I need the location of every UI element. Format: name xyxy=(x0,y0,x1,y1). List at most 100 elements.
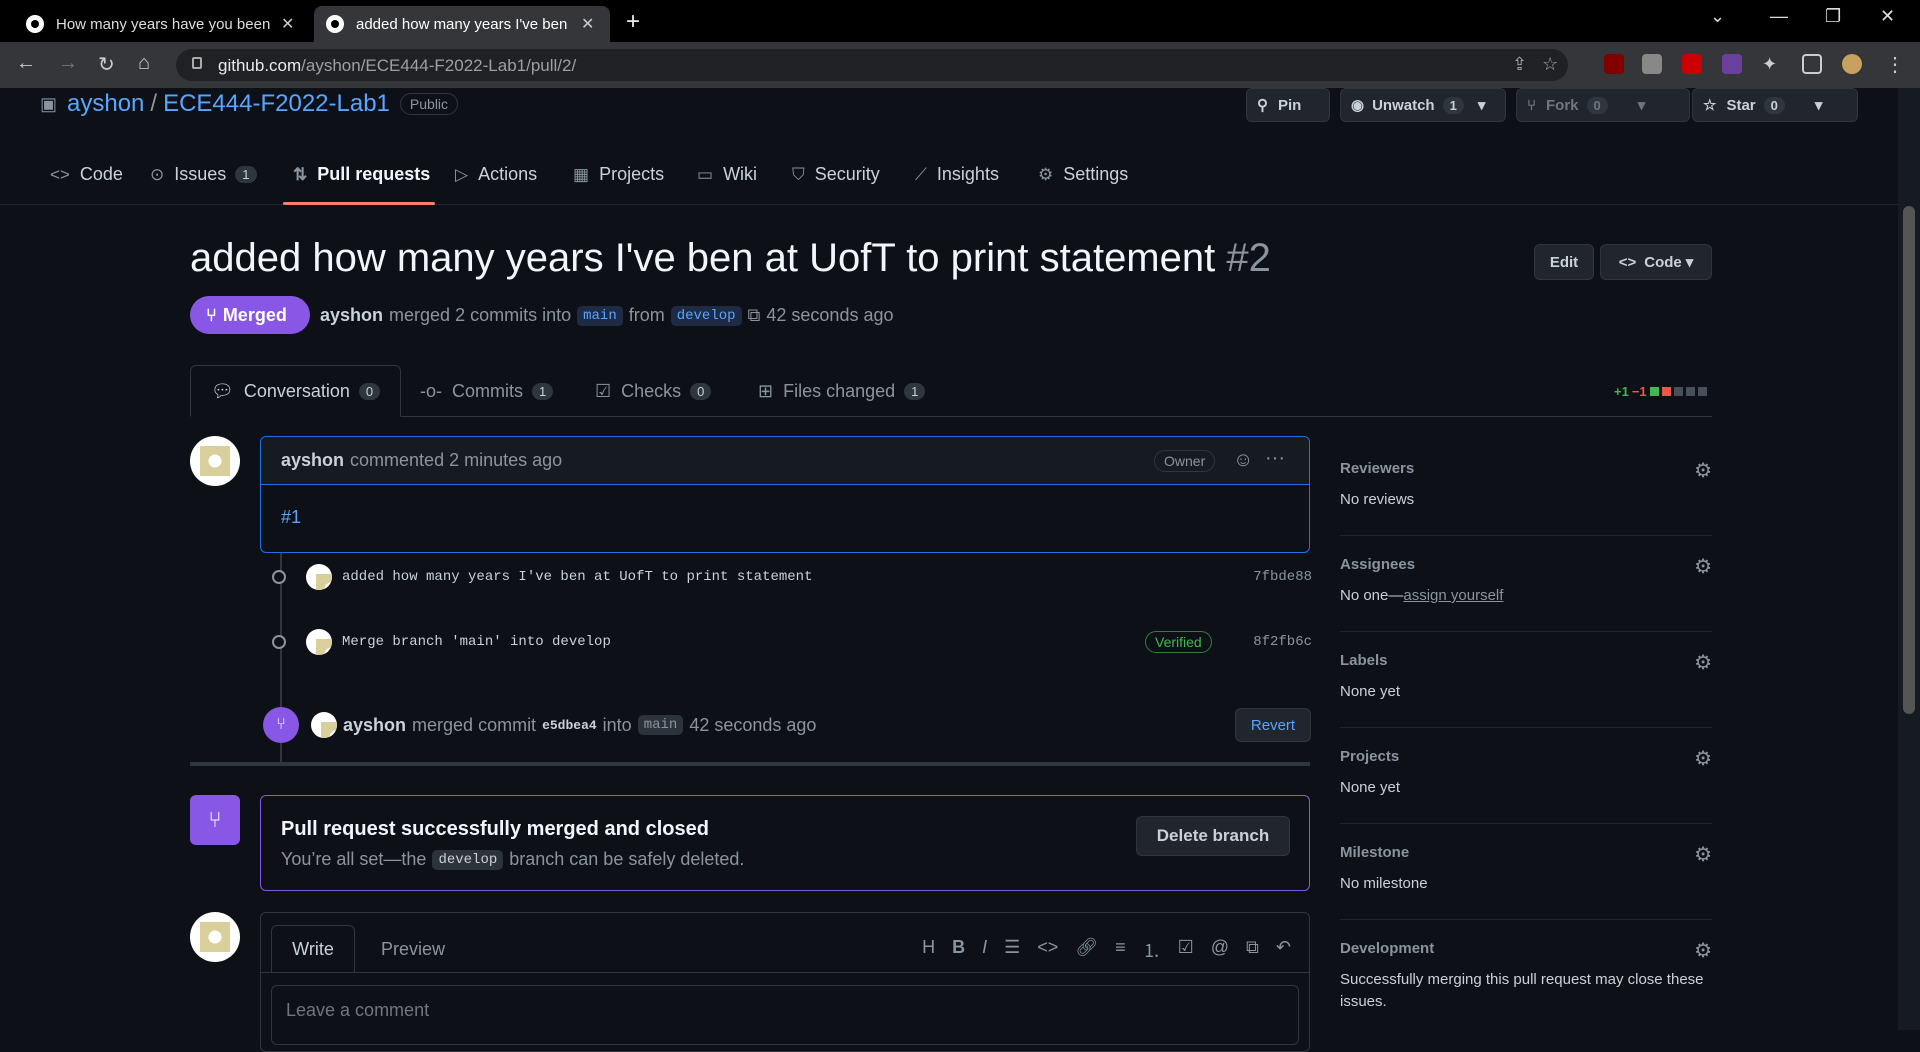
sidebar-milestone: Milestone No milestone ⚙ xyxy=(1340,824,1712,920)
tab-code[interactable]: <> Code xyxy=(50,164,123,185)
comment-author[interactable]: ayshon xyxy=(281,450,344,471)
merge-author[interactable]: ayshon xyxy=(343,715,406,736)
delete-branch-button[interactable]: Delete branch xyxy=(1136,816,1290,856)
side-panel-icon[interactable] xyxy=(1802,54,1822,74)
avatar[interactable] xyxy=(306,629,332,655)
page-scrollbar[interactable] xyxy=(1898,88,1920,1030)
scrollbar-thumb[interactable] xyxy=(1903,206,1915,714)
branch-label: develop xyxy=(432,849,504,870)
head-branch[interactable]: develop xyxy=(670,305,742,326)
verified-badge[interactable]: Verified xyxy=(1145,631,1212,653)
diffstat: +1 −1 xyxy=(1614,384,1707,399)
commit-message[interactable]: added how many years I've ben at UofT to… xyxy=(342,569,812,585)
tab-files-changed[interactable]: ⊞ Files changed 1 xyxy=(758,365,926,417)
star-button[interactable]: ☆ Star 0 ▾ xyxy=(1692,88,1858,122)
copy-icon[interactable]: ⧉ xyxy=(748,305,761,326)
task-list-icon[interactable]: ☑ xyxy=(1178,937,1194,963)
ordered-list-icon[interactable]: ⒈ xyxy=(1143,937,1161,963)
browser-tab[interactable]: How many years have you been at ✕ xyxy=(14,6,314,42)
new-tab-button[interactable]: + xyxy=(626,8,640,36)
ublock-extension-icon[interactable] xyxy=(1604,54,1624,74)
visibility-badge: Public xyxy=(399,93,459,115)
tab-preview[interactable]: Preview xyxy=(381,925,445,973)
author-link[interactable]: ayshon xyxy=(320,305,383,326)
repo-owner-link[interactable]: ayshon xyxy=(67,90,144,118)
bookmark-star-icon[interactable]: ☆ xyxy=(1542,54,1558,75)
issue-reference-link[interactable]: #1 xyxy=(261,485,1309,550)
gear-icon[interactable]: ⚙ xyxy=(1694,938,1712,963)
gear-icon[interactable]: ⚙ xyxy=(1694,554,1712,579)
bold-icon[interactable]: B xyxy=(952,937,965,963)
unwatch-button[interactable]: ◉ Unwatch 1 ▾ xyxy=(1340,88,1506,122)
tab-insights[interactable]: ⟋ Insights xyxy=(915,164,999,185)
back-icon[interactable]: ← xyxy=(16,52,36,75)
tab-write[interactable]: Write xyxy=(271,925,355,973)
extension-icon[interactable] xyxy=(1642,54,1662,74)
revert-button[interactable]: Revert xyxy=(1235,708,1311,742)
tab-actions[interactable]: ▷ Actions xyxy=(455,164,537,185)
reload-icon[interactable]: ↻ xyxy=(98,52,115,77)
address-bar[interactable]: github.com/ayshon/ECE444-F2022-Lab1/pull… xyxy=(176,49,1568,81)
file-diff-icon: ⊞ xyxy=(758,380,774,401)
kebab-icon[interactable]: ··· xyxy=(1265,447,1285,470)
assign-yourself-link[interactable]: assign yourself xyxy=(1403,587,1503,604)
minimize-button[interactable]: — xyxy=(1770,6,1788,27)
repo-name-link[interactable]: ECE444-F2022-Lab1 xyxy=(163,90,390,118)
tab-checks[interactable]: ☑ Checks 0 xyxy=(595,365,712,417)
close-window-button[interactable]: ✕ xyxy=(1880,6,1895,27)
share-icon[interactable]: ⇪ xyxy=(1512,54,1527,75)
tab-conversation[interactable]: 💬︎ Conversation 0 xyxy=(190,365,402,417)
profile-avatar[interactable] xyxy=(1842,54,1862,74)
browser-tab-strip: How many years have you been at ✕ added … xyxy=(0,0,1920,42)
merge-commit-sha[interactable]: e5dbea4 xyxy=(542,718,597,733)
reply-icon[interactable]: ↶ xyxy=(1276,937,1291,963)
gear-icon[interactable]: ⚙ xyxy=(1694,650,1712,675)
commit-message[interactable]: Merge branch 'main' into develop xyxy=(342,634,611,650)
avatar[interactable] xyxy=(306,564,332,590)
comment-textarea[interactable]: Leave a comment xyxy=(271,985,1299,1045)
tab-security[interactable]: ⛉ Security xyxy=(792,164,880,185)
tab-pull-requests[interactable]: ⇅ Pull requests xyxy=(293,164,430,185)
code-icon[interactable]: <> xyxy=(1037,937,1058,963)
tab-projects[interactable]: ▦ Projects xyxy=(573,164,664,185)
italic-icon[interactable]: I xyxy=(982,937,987,963)
commit-sha[interactable]: 8f2fb6c xyxy=(1253,634,1312,650)
browser-tab-active[interactable]: added how many years I've ben at ✕ xyxy=(314,6,610,42)
eye-icon: ◉ xyxy=(1351,97,1365,114)
branch-label[interactable]: main xyxy=(637,715,684,735)
pin-button[interactable]: ⚲ Pin xyxy=(1246,88,1330,122)
tab-wiki[interactable]: ▭ Wiki xyxy=(697,164,757,185)
cross-reference-icon[interactable]: ⧉ xyxy=(1246,937,1259,963)
mention-icon[interactable]: @ xyxy=(1211,937,1229,963)
quote-icon[interactable]: ☰ xyxy=(1004,937,1020,963)
code-button[interactable]: <> Code ▾ xyxy=(1600,244,1712,280)
close-tab-icon[interactable]: ✕ xyxy=(281,14,294,34)
heading-icon[interactable]: H xyxy=(922,937,935,963)
gear-icon[interactable]: ⚙ xyxy=(1694,746,1712,771)
puzzle-extensions-icon[interactable]: ✦ xyxy=(1762,54,1782,74)
avatar[interactable] xyxy=(190,436,240,486)
close-tab-icon[interactable]: ✕ xyxy=(581,14,594,34)
forward-icon[interactable]: → xyxy=(58,52,78,75)
extension-icon[interactable] xyxy=(1682,54,1702,74)
fork-button[interactable]: ⑂ Fork 0 ▾ xyxy=(1516,88,1690,122)
menu-icon[interactable]: ⋮ xyxy=(1885,52,1905,77)
commit-sha[interactable]: 7fbde88 xyxy=(1253,569,1312,585)
avatar[interactable] xyxy=(311,712,337,738)
base-branch[interactable]: main xyxy=(577,305,623,326)
gear-icon[interactable]: ⚙ xyxy=(1694,458,1712,483)
tab-issues[interactable]: ⊙ Issues 1 xyxy=(150,164,257,185)
extension-icon[interactable] xyxy=(1722,54,1742,74)
link-icon[interactable]: 🔗︎ xyxy=(1075,937,1098,963)
edit-button[interactable]: Edit xyxy=(1534,244,1594,280)
gear-icon[interactable]: ⚙ xyxy=(1694,842,1712,867)
tab-search-icon[interactable]: ⌄ xyxy=(1710,6,1725,27)
merge-icon: ⑂ xyxy=(206,304,217,325)
unordered-list-icon[interactable]: ≡ xyxy=(1115,937,1126,963)
home-icon[interactable]: ⌂ xyxy=(138,52,150,75)
tab-settings[interactable]: ⚙ Settings xyxy=(1038,164,1128,185)
tab-commits[interactable]: -o- Commits 1 xyxy=(420,365,554,417)
smiley-icon[interactable]: ☺ xyxy=(1233,449,1253,472)
checklist-icon: ☑ xyxy=(595,380,612,401)
restore-button[interactable]: ❐ xyxy=(1825,6,1841,27)
